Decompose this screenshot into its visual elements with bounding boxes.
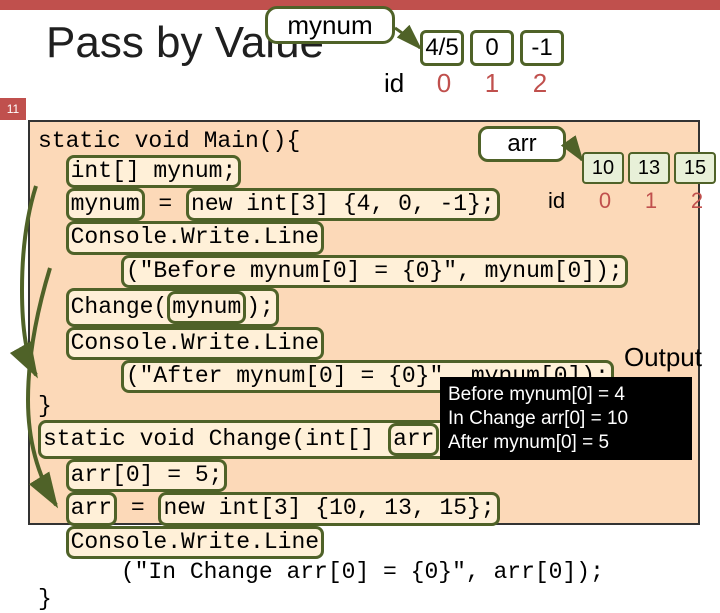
code-hl-arr-var: arr [66, 492, 117, 525]
arr-idx-2: 2 [674, 188, 720, 214]
arr-idx-0: 0 [582, 188, 628, 214]
code-hl-cw3: Console.Write.Line [66, 526, 324, 559]
code-hl-mynum-arg: mynum [167, 291, 246, 324]
mynum-cell-0: 4/5 [420, 30, 464, 66]
arrow-mynum-to-array [395, 28, 420, 48]
arr-variable-badge: arr [478, 126, 566, 162]
arr-variable-badge-wrap: arr [478, 126, 566, 162]
arr-cell-1: 13 [628, 152, 670, 184]
mynum-variable-badge: mynum [265, 6, 395, 44]
mynum-idx-0: 0 [420, 68, 468, 99]
output-title: Output [440, 342, 710, 373]
output-line-2: In Change arr[0] = 10 [448, 407, 684, 431]
slide-number: 11 [0, 98, 26, 120]
slide: Pass by Value mynum 4/5 0 -1 id 0 1 2 11… [0, 0, 720, 540]
arr-id-label: id [548, 188, 582, 214]
mynum-cell-1: 0 [470, 30, 514, 66]
code-hl-before: ("Before mynum[0] = {0}", mynum[0]); [121, 255, 628, 288]
mynum-cell-2: -1 [520, 30, 564, 66]
code-hl-arr0: arr[0] = 5; [66, 459, 228, 492]
mynum-array-diagram: 4/5 0 -1 id 0 1 2 [420, 30, 570, 99]
arr-idx-1: 1 [628, 188, 674, 214]
code-hl-change-call: Change(mynum); [66, 288, 279, 327]
output-console: Before mynum[0] = 4 In Change arr[0] = 1… [440, 377, 692, 460]
code-hl-cw1: Console.Write.Line [66, 221, 324, 254]
code-hl-mynum-var: mynum [66, 188, 145, 221]
arr-cell-0: 10 [582, 152, 624, 184]
mynum-idx-1: 1 [468, 68, 516, 99]
mynum-label: mynum [287, 10, 372, 41]
mynum-idx-2: 2 [516, 68, 564, 99]
code-hl-decl: int[] mynum; [66, 155, 242, 188]
arr-label: arr [507, 130, 536, 158]
output-line-3: After mynum[0] = 5 [448, 431, 684, 455]
arr-cell-2: 15 [674, 152, 716, 184]
code-hl-change-def: static void Change(int[] arr) { [38, 420, 486, 459]
output-line-1: Before mynum[0] = 4 [448, 383, 684, 407]
code-hl-cw2: Console.Write.Line [66, 327, 324, 360]
arr-array-diagram: 10 13 15 id 0 1 2 [582, 152, 720, 214]
mynum-id-label: id [384, 68, 404, 99]
output-block: Output Before mynum[0] = 4 In Change arr… [440, 342, 710, 460]
code-hl-new2: new int[3] {10, 13, 15}; [158, 492, 499, 525]
code-hl-new1: new int[3] {4, 0, -1}; [186, 188, 500, 221]
code-hl-arr-param: arr [388, 423, 439, 456]
